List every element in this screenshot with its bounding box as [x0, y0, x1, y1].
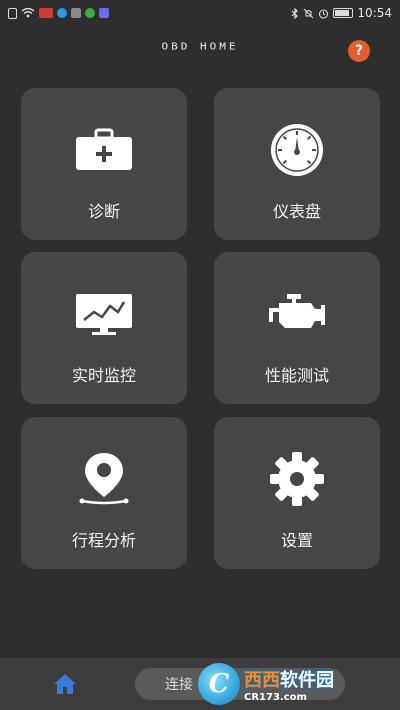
app-notification-icon	[57, 8, 67, 18]
tile-label: 实时监控	[71, 366, 136, 385]
gauge-icon	[265, 124, 329, 176]
tile-dashboard[interactable]: 仪表盘	[214, 88, 380, 240]
status-left-icons	[8, 7, 109, 19]
app-notification-icon	[99, 8, 109, 18]
tile-settings[interactable]: 设置	[214, 417, 380, 569]
bottom-bar: 连接 C 西西软件园 CR173.com	[0, 658, 400, 710]
tile-realtime-monitor[interactable]: 实时监控	[21, 252, 187, 404]
app-title: OBD HOME	[161, 40, 239, 53]
status-right-icons: 10:54	[291, 6, 392, 20]
tile-performance-test[interactable]: 性能测试	[214, 252, 380, 404]
watermark-text: 西西软件园 CR173.com	[244, 666, 334, 703]
watermark: C 西西软件园 CR173.com	[198, 662, 388, 706]
battery-icon	[333, 8, 354, 18]
bluetooth-icon	[291, 7, 299, 19]
tile-label: 性能测试	[264, 366, 329, 385]
tile-label: 诊断	[87, 202, 120, 221]
map-pin-icon	[72, 453, 136, 505]
watermark-logo: C	[198, 663, 240, 705]
app-notification-icon	[39, 8, 53, 18]
status-time: 10:54	[357, 6, 392, 20]
mail-icon	[71, 8, 81, 18]
tile-label: 仪表盘	[272, 202, 321, 221]
gear-icon	[265, 452, 329, 506]
wechat-icon	[85, 8, 95, 18]
watermark-main-a: 西西	[244, 669, 280, 691]
tile-trip-analysis[interactable]: 行程分析	[21, 417, 187, 569]
tile-diagnosis[interactable]: 诊断	[21, 88, 187, 240]
help-button[interactable]: ?	[348, 40, 370, 62]
alarm-icon	[319, 8, 329, 19]
tile-label: 行程分析	[71, 531, 136, 550]
mute-icon	[304, 8, 314, 18]
app-header: OBD HOME ?	[0, 34, 400, 64]
home-icon	[54, 674, 76, 694]
watermark-main: 西西软件园	[244, 666, 334, 692]
watermark-sub: CR173.com	[244, 691, 307, 703]
wifi-icon	[21, 8, 35, 18]
engine-icon	[265, 290, 329, 338]
watermark-main-b: 软件园	[280, 669, 334, 691]
monitor-chart-icon	[72, 290, 136, 338]
medical-kit-icon	[72, 126, 136, 174]
status-bar: 10:54	[0, 0, 400, 26]
tile-label: 设置	[280, 531, 313, 550]
home-button[interactable]	[52, 672, 78, 696]
sim-icon	[8, 7, 17, 19]
